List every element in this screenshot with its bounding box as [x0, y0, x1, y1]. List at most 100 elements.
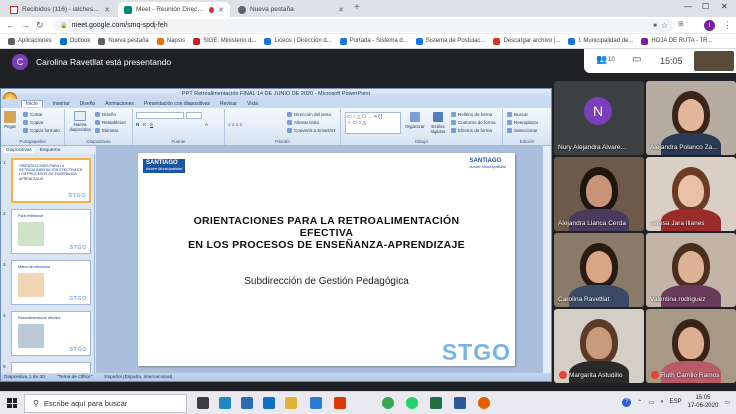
maximize-button[interactable]: ☐ [702, 2, 709, 11]
align-buttons[interactable]: ≡ ≡ ≡ ≡ [228, 122, 242, 127]
bookmark-item[interactable]: Liceos | Dirección d... [260, 37, 335, 45]
participant-tile[interactable]: Valentina rodriguez [646, 233, 736, 307]
people-icon[interactable]: 👥 [596, 54, 607, 65]
shape-effects-button[interactable]: Efectos de forma [451, 128, 492, 133]
clock[interactable]: 15:05 17-06-2020 [688, 394, 719, 410]
chat-icon[interactable]: ▭ [632, 54, 641, 65]
participant-tile[interactable]: Alejandra Llanca Cerda [554, 157, 644, 231]
menu-icon[interactable]: ⋮ [723, 20, 732, 30]
ribbon-tab[interactable]: Revisar [220, 101, 237, 107]
bookmark-item[interactable]: Portada - Sistema d... [336, 37, 412, 45]
arrange-button[interactable]: Organizar [405, 112, 425, 129]
help-icon[interactable]: ? [622, 397, 632, 407]
find-button[interactable]: Buscar [507, 112, 528, 117]
bookmark-item[interactable]: SIGE: Ministerio d... [189, 37, 260, 45]
explorer-icon[interactable] [285, 397, 297, 409]
bookmark-item[interactable]: Aplicaciones [4, 37, 56, 45]
minimize-button[interactable]: — [684, 2, 692, 11]
taskbar-search[interactable]: ⚲ Escribe aquí para buscar [24, 394, 187, 413]
font-color-button[interactable]: A [205, 122, 208, 127]
slide-thumbnail[interactable]: Marco de referencia STGO [11, 260, 91, 305]
bookmark-item[interactable]: Napsis [153, 37, 189, 45]
ribbon-tab[interactable]: Presentación con diapositivas [144, 101, 210, 107]
whatsapp-icon[interactable] [406, 397, 418, 409]
italic-button[interactable]: K [143, 122, 146, 127]
input-language[interactable]: ESP [670, 399, 682, 405]
close-icon[interactable]: ✕ [338, 6, 344, 14]
shape-fill-button[interactable]: Relleno de forma [451, 112, 492, 117]
format-painter-button[interactable]: Copiar formato [23, 128, 60, 133]
smartart-button[interactable]: Convertir a SmartArt [287, 128, 335, 133]
text-direction-button[interactable]: Dirección del texto [287, 112, 331, 117]
tab-gmail[interactable]: Recibidos (116) - ialchesr@dem... ✕ [4, 2, 116, 17]
puzzle-icon[interactable]: ⊞ [678, 20, 684, 30]
ribbon-tab[interactable]: Insertar [53, 101, 70, 107]
participant-tile[interactable]: Margarita Astudillo [554, 309, 644, 383]
bookmark-item[interactable]: Nueva pestaña [94, 37, 152, 45]
close-icon[interactable]: ✕ [218, 6, 224, 14]
participant-tile[interactable]: N Nury Alejandra Alvare... [554, 81, 644, 155]
network-icon[interactable]: ▭ [648, 399, 654, 406]
ribbon-tab[interactable]: Inicio [21, 100, 43, 107]
teams-icon[interactable] [263, 397, 275, 409]
bookmark-item[interactable]: Outlook [56, 37, 95, 45]
ribbon-tab[interactable]: Diseño [80, 101, 96, 107]
participant-tile[interactable]: Alejandra Polanco Za... [646, 81, 736, 155]
bold-button[interactable]: N [136, 122, 139, 127]
chrome-icon[interactable] [382, 397, 394, 409]
windows-start-icon[interactable] [7, 398, 17, 408]
office-icon[interactable] [334, 397, 346, 409]
paste-button[interactable]: Pegar [4, 111, 16, 129]
new-tab-button[interactable]: + [354, 3, 360, 13]
shape-outline-button[interactable]: Contorno de forma [451, 120, 496, 125]
slide-thumbnail[interactable]: ORIENTACIONES PARA LA RETROALIMENTACIÓN … [11, 158, 91, 203]
replace-button[interactable]: Reemplazar [507, 120, 538, 125]
camera-icon[interactable]: ■ [653, 23, 657, 29]
participant-tile[interactable]: Teresa Jara Illanes [646, 157, 736, 231]
star-icon[interactable]: ☆ [661, 21, 674, 30]
new-slide-button[interactable]: Nueva diapositiva [68, 111, 92, 132]
excel-icon[interactable] [430, 397, 442, 409]
word-icon[interactable] [454, 397, 466, 409]
bookmark-item[interactable]: HOJA DE RUTA - TR... [637, 37, 716, 45]
vertical-scrollbar[interactable] [542, 146, 551, 373]
close-window-button[interactable]: ✕ [721, 2, 728, 11]
slide-thumbnail[interactable]: Para reflexionar STGO [11, 209, 91, 254]
delete-button[interactable]: Eliminar [95, 128, 118, 133]
layout-button[interactable]: Diseño [95, 112, 116, 117]
shapes-gallery[interactable]: ▭○△⬠→⇒{}☆▭○△ [345, 112, 401, 134]
align-text-button[interactable]: Alinear texto [287, 120, 319, 125]
tab-slides[interactable]: Diapositivas [4, 147, 34, 153]
task-view-icon[interactable] [197, 397, 209, 409]
firefox-icon[interactable] [478, 397, 490, 409]
tab-new[interactable]: Nueva pestaña ✕ [232, 2, 350, 17]
ribbon-tab[interactable]: Animaciones [105, 101, 134, 107]
notification-icon[interactable]: ▭ [724, 399, 730, 406]
volume-icon[interactable]: ◖ [660, 399, 664, 405]
chevron-up-icon[interactable]: ⌃ [637, 399, 642, 406]
ribbon-tab[interactable]: Vista [247, 101, 258, 107]
cut-button[interactable]: Cortar [23, 112, 43, 117]
forward-icon[interactable]: → [21, 20, 30, 30]
bookmark-item[interactable]: Descargar archivo |... [489, 37, 564, 45]
profile-avatar[interactable]: I [704, 20, 715, 31]
slide-thumbnail[interactable]: Retroalimentación efectiva STGO [11, 311, 91, 356]
bookmark-item[interactable]: I. Municipalidad de... [564, 37, 637, 45]
participant-tile[interactable]: Ruth Carrillo Ramos [646, 309, 736, 383]
reset-button[interactable]: Restablecer [95, 120, 126, 125]
font-size-select[interactable] [186, 112, 202, 119]
store-icon[interactable] [241, 397, 253, 409]
quick-styles-button[interactable]: Estilos rápidos [429, 112, 447, 134]
reload-icon[interactable]: ↻ [36, 20, 44, 30]
participant-tile[interactable]: Carolina Ravetllat [554, 233, 644, 307]
edge-icon[interactable] [219, 397, 231, 409]
underline-button[interactable]: S [150, 122, 153, 127]
copy-button[interactable]: Copiar [23, 120, 43, 125]
current-slide[interactable]: SANTIAGO Ilustre Municipalidad SANTIAGO Il… [138, 153, 515, 366]
back-icon[interactable]: ← [6, 20, 15, 30]
close-icon[interactable]: ✕ [104, 6, 110, 14]
font-name-select[interactable] [136, 112, 184, 119]
select-button[interactable]: Seleccionar [507, 128, 538, 133]
defender-icon[interactable] [310, 397, 322, 409]
address-bar[interactable]: 🔒 meet.google.com/smq-spdj-feh ■ ☆ [54, 19, 674, 32]
